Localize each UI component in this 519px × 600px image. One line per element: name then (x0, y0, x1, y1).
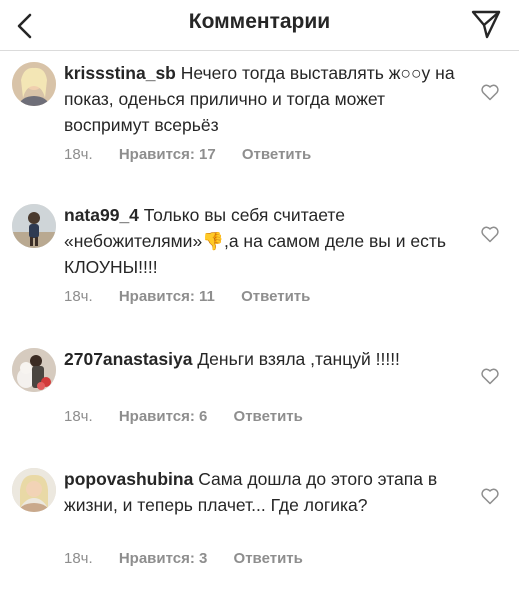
heart-icon[interactable] (480, 224, 500, 244)
comment-username[interactable]: krissstina_sb (64, 63, 176, 83)
comment-likes[interactable]: Нравится: 6 (119, 408, 208, 425)
comment-text: popovashubina Сама дошла до этого этапа … (64, 466, 460, 518)
comment-meta: 18ч. Нравится: 6 Ответить (64, 408, 303, 425)
comment-meta: 18ч. Нравится: 3 Ответить (64, 550, 303, 567)
avatar-image (12, 62, 56, 106)
comment-time: 18ч. (64, 288, 93, 305)
reply-button[interactable]: Ответить (242, 146, 311, 163)
direct-message-button[interactable] (466, 6, 506, 44)
comment-time: 18ч. (64, 550, 93, 567)
comment-likes[interactable]: Нравится: 11 (119, 288, 215, 305)
reply-button[interactable]: Ответить (241, 288, 310, 305)
avatar[interactable] (12, 468, 56, 512)
comment-text: krissstina_sb Нечего тогда выставлять ж○… (64, 60, 460, 138)
comment-username[interactable]: 2707anastasiya (64, 349, 192, 369)
comment-time: 18ч. (64, 408, 93, 425)
comment-username[interactable]: popovashubina (64, 469, 193, 489)
reply-button[interactable]: Ответить (234, 550, 303, 567)
comment-username[interactable]: nata99_4 (64, 205, 139, 225)
comment-text: 2707anastasiya Деньги взяла ,танцуй !!!!… (64, 346, 460, 372)
avatar-image (12, 468, 56, 512)
heart-icon[interactable] (480, 486, 500, 506)
comment-likes[interactable]: Нравится: 17 (119, 146, 216, 163)
heart-icon[interactable] (480, 82, 500, 102)
avatar[interactable] (12, 62, 56, 106)
comment-meta: 18ч. Нравится: 11 Ответить (64, 288, 310, 305)
comment-time: 18ч. (64, 146, 93, 163)
comment-body: Деньги взяла ,танцуй !!!!! (197, 349, 400, 369)
avatar-image (12, 204, 56, 248)
reply-button[interactable]: Ответить (234, 408, 303, 425)
comment-meta: 18ч. Нравится: 17 Ответить (64, 146, 311, 163)
comment-text: nata99_4 Только вы себя считаете «небожи… (64, 202, 460, 280)
avatar-image (12, 348, 56, 392)
avatar[interactable] (12, 204, 56, 248)
heart-icon[interactable] (480, 366, 500, 386)
avatar[interactable] (12, 348, 56, 392)
comment-likes[interactable]: Нравится: 3 (119, 550, 208, 567)
page-title: Комментарии (188, 10, 331, 33)
paper-plane-icon (471, 10, 501, 39)
header-bar: Комментарии (0, 0, 519, 51)
